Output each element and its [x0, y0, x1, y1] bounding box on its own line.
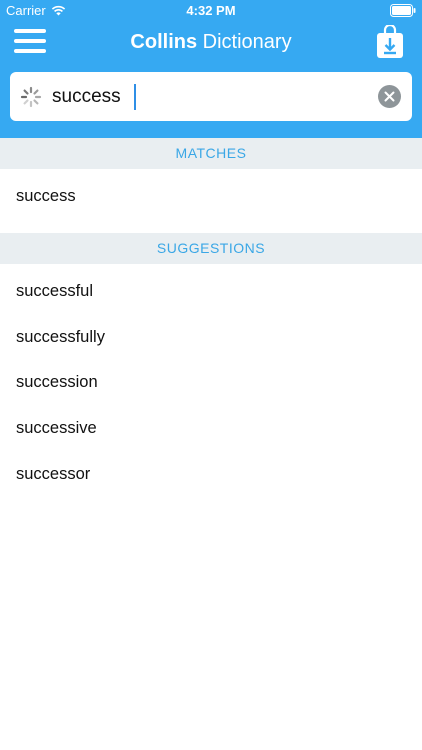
- app-title-brand: Collins: [130, 31, 198, 53]
- search-input[interactable]: [52, 81, 372, 113]
- clear-x-icon[interactable]: [378, 85, 401, 108]
- nav-bar: Collins Dictionary: [0, 22, 422, 66]
- download-bag-icon[interactable]: [376, 25, 404, 59]
- app-title: Collins Dictionary: [0, 31, 422, 54]
- spinner-icon: [20, 86, 42, 108]
- match-item[interactable]: success: [16, 184, 76, 208]
- header-background: Carrier 4:32 PM Collins Dictionary: [0, 0, 422, 138]
- status-bar: Carrier 4:32 PM: [0, 0, 422, 22]
- suggestion-item[interactable]: succession: [16, 370, 98, 394]
- text-caret: [134, 84, 136, 110]
- suggestion-item[interactable]: successor: [16, 462, 90, 486]
- suggestion-item[interactable]: successful: [16, 279, 93, 303]
- battery-icon: [390, 4, 416, 17]
- status-time: 4:32 PM: [186, 3, 236, 18]
- app-title-rest: Dictionary: [197, 31, 292, 53]
- suggestion-item[interactable]: successive: [16, 416, 97, 440]
- search-bar: [10, 72, 412, 121]
- matches-header: MATCHES: [0, 138, 422, 169]
- suggestion-item[interactable]: successfully: [16, 325, 105, 349]
- suggestions-header: SUGGESTIONS: [0, 233, 422, 264]
